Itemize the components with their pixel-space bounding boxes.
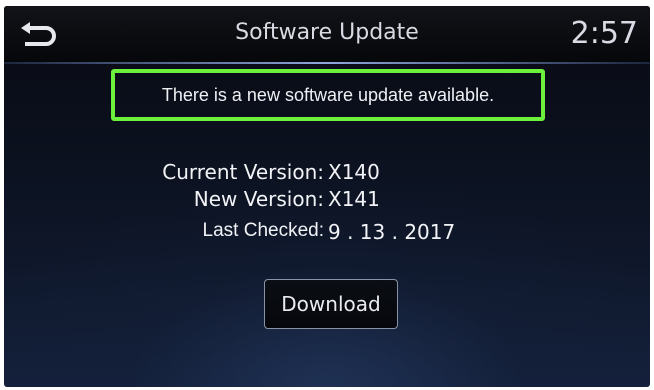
update-screen: Software Update 2:57 There is a new soft… xyxy=(4,6,650,387)
clock: 2:57 xyxy=(570,16,638,51)
last-checked-label: Last Checked: xyxy=(202,220,324,241)
new-version-label: New Version: xyxy=(193,187,324,211)
current-version-label: Current Version: xyxy=(162,160,324,184)
last-checked-value: 9 . 13 . 2017 xyxy=(328,220,456,244)
header-divider xyxy=(4,62,650,64)
page-title: Software Update xyxy=(235,20,419,45)
current-version-value: X140 xyxy=(328,160,380,184)
new-version-value: X141 xyxy=(328,187,380,211)
header-bar: Software Update 2:57 xyxy=(4,6,650,62)
download-button[interactable]: Download xyxy=(264,279,398,329)
update-notice: There is a new software update available… xyxy=(111,69,545,121)
